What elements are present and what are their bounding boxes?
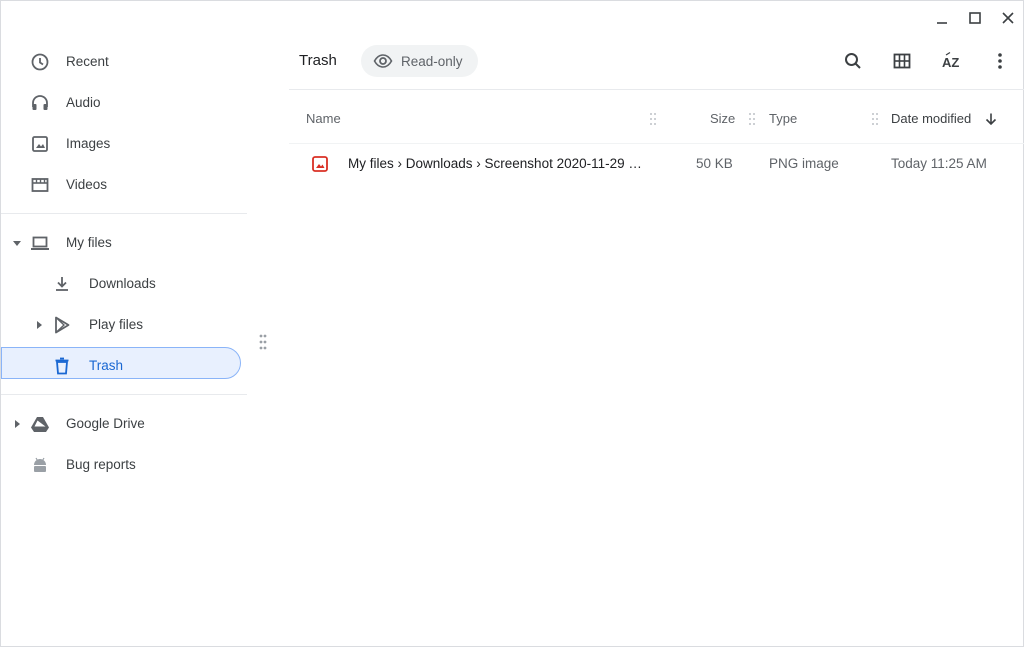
sidebar-item-recent[interactable]: Recent xyxy=(1,41,247,82)
sidebar-item-trash[interactable]: Trash xyxy=(1,345,247,386)
android-icon xyxy=(30,455,50,475)
play-store-icon xyxy=(52,315,72,335)
read-only-label: Read-only xyxy=(401,53,463,69)
sidebar-item-bug-reports[interactable]: Bug reports xyxy=(1,444,247,485)
sidebar-item-label: Audio xyxy=(66,95,101,110)
sidebar: Recent Audio Images Videos My files Down… xyxy=(1,41,247,485)
sidebar-item-downloads[interactable]: Downloads xyxy=(1,263,247,304)
maximize-icon[interactable] xyxy=(964,7,986,29)
sidebar-item-audio[interactable]: Audio xyxy=(1,82,247,123)
chevron-right-icon[interactable] xyxy=(33,319,45,331)
read-only-badge: Read-only xyxy=(361,45,478,77)
close-icon[interactable] xyxy=(997,7,1019,29)
column-header-date-modified[interactable]: Date modified xyxy=(891,111,971,126)
minimize-icon[interactable] xyxy=(931,7,953,29)
sidebar-item-label: Images xyxy=(66,136,111,151)
sidebar-item-label: Bug reports xyxy=(66,457,136,472)
file-name: My files › Downloads › Screenshot 2020-1… xyxy=(348,156,642,171)
google-drive-icon xyxy=(30,414,50,434)
sidebar-item-label: Downloads xyxy=(89,276,156,291)
trash-icon xyxy=(52,356,72,376)
sidebar-item-images[interactable]: Images xyxy=(1,123,247,164)
file-type: PNG image xyxy=(769,156,839,171)
sidebar-item-videos[interactable]: Videos xyxy=(1,164,247,205)
column-header-type[interactable]: Type xyxy=(769,111,797,126)
table-row[interactable]: My files › Downloads › Screenshot 2020-1… xyxy=(289,145,1024,183)
page-title: Trash xyxy=(299,52,337,69)
header-divider xyxy=(289,89,1024,90)
sidebar-item-label: Recent xyxy=(66,54,109,69)
headphones-icon xyxy=(30,93,50,113)
column-resize-handle[interactable] xyxy=(748,112,756,126)
laptop-icon xyxy=(30,233,50,253)
search-icon[interactable] xyxy=(841,49,865,73)
image-file-icon xyxy=(312,156,328,172)
sidebar-item-label: Videos xyxy=(66,177,108,192)
chevron-right-icon[interactable] xyxy=(11,418,23,430)
sort-az-icon[interactable]: AZ xyxy=(939,49,963,73)
chevron-down-icon[interactable] xyxy=(11,237,23,249)
files-app-window: Recent Audio Images Videos My files Down… xyxy=(0,0,1024,647)
sidebar-item-my-files[interactable]: My files xyxy=(1,222,247,263)
clock-icon xyxy=(30,52,50,72)
sidebar-item-label: My files xyxy=(66,235,112,250)
sidebar-item-google-drive[interactable]: Google Drive xyxy=(1,403,247,444)
image-icon xyxy=(30,134,50,154)
sidebar-item-play-files[interactable]: Play files xyxy=(1,304,247,345)
column-header-name[interactable]: Name xyxy=(306,111,341,126)
film-icon xyxy=(30,175,50,195)
download-icon xyxy=(52,274,72,294)
column-resize-handle[interactable] xyxy=(649,112,657,126)
sidebar-item-label: Trash xyxy=(89,358,124,373)
file-size: 50 KB xyxy=(696,156,733,171)
sidebar-item-label: Play files xyxy=(89,317,144,332)
table-divider xyxy=(289,143,1024,144)
file-date-modified: Today 11:25 AM xyxy=(891,156,987,171)
more-vert-icon[interactable] xyxy=(988,49,1012,73)
drag-handle-icon[interactable] xyxy=(258,333,268,351)
column-resize-handle[interactable] xyxy=(871,112,879,126)
sidebar-item-label: Google Drive xyxy=(66,416,145,431)
eye-icon xyxy=(373,54,393,68)
arrow-down-icon[interactable] xyxy=(984,112,998,126)
grid-view-icon[interactable] xyxy=(890,49,914,73)
column-header-size[interactable]: Size xyxy=(710,111,735,126)
sidebar-divider xyxy=(1,394,247,395)
svg-text:AZ: AZ xyxy=(942,55,959,70)
sidebar-divider xyxy=(1,213,247,214)
